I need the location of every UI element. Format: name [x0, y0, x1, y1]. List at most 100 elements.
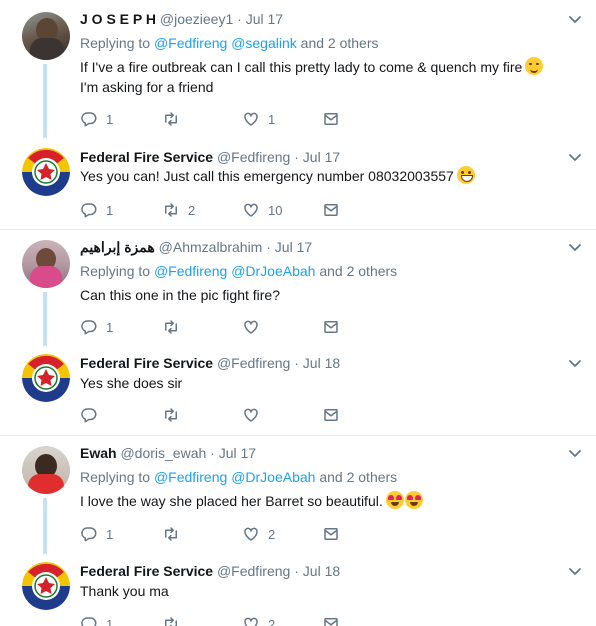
chevron-down-icon[interactable]	[568, 447, 582, 461]
avatar[interactable]	[22, 562, 70, 610]
envelope-icon	[322, 110, 340, 128]
like-button[interactable]	[242, 405, 268, 425]
retweet-count: 2	[188, 202, 196, 218]
chevron-down-icon[interactable]	[568, 357, 582, 371]
chevron-down-icon[interactable]	[568, 241, 582, 255]
tweet-line: Thank you ma	[80, 583, 169, 599]
reply-button[interactable]: 1	[80, 200, 113, 220]
tweet-text: Can this one in the pic fight fire?	[80, 285, 280, 305]
avatar[interactable]	[22, 148, 70, 196]
message-button[interactable]	[322, 109, 340, 129]
replying-to: Replying to @Fedfireng @segalink and 2 o…	[80, 35, 379, 51]
author-name[interactable]: Ewah	[80, 445, 117, 461]
reply-button[interactable]	[80, 405, 106, 425]
tweet-date[interactable]: Jul 17	[275, 239, 312, 255]
avatar[interactable]	[22, 446, 70, 494]
chevron-down-icon[interactable]	[568, 565, 582, 579]
message-button[interactable]	[322, 405, 340, 425]
message-button[interactable]	[322, 200, 340, 220]
like-button[interactable]	[242, 317, 268, 337]
avatar[interactable]	[22, 240, 70, 288]
reply-icon	[80, 615, 98, 626]
chevron-down-icon[interactable]	[568, 151, 582, 165]
replying-suffix[interactable]: and 2 others	[315, 469, 397, 485]
separator: ·	[210, 445, 215, 461]
tweet[interactable]: Ewah @doris_ewah · Jul 17 Replying to @F…	[0, 436, 596, 554]
reply-button[interactable]: 1	[80, 109, 113, 129]
tweet-date[interactable]: Jul 18	[303, 355, 340, 371]
thread-line	[43, 292, 47, 346]
tweet-date[interactable]: Jul 17	[219, 445, 256, 461]
author-name[interactable]: Federal Fire Service	[80, 149, 213, 165]
author-handle[interactable]: @Fedfireng	[217, 149, 290, 165]
tweet-text: I love the way she placed her Barret so …	[80, 491, 423, 511]
chevron-down-icon[interactable]	[568, 13, 582, 27]
retweet-button[interactable]	[162, 614, 188, 626]
author-handle[interactable]: @Fedfireng	[217, 563, 290, 579]
tweet[interactable]: J O S E P H @joezieey1 · Jul 17 Replying…	[0, 0, 596, 138]
replying-suffix[interactable]: and 2 others	[315, 263, 397, 279]
tweet[interactable]: Federal Fire Service @Fedfireng · Jul 17…	[0, 138, 596, 230]
like-button[interactable]: 2	[242, 524, 275, 544]
heart-icon	[242, 318, 260, 336]
retweet-icon	[162, 406, 180, 424]
mention-link[interactable]: @segalink	[231, 35, 297, 51]
heart-icon	[242, 406, 260, 424]
like-button[interactable]: 1	[242, 109, 275, 129]
heart-eyes-emoji-icon	[404, 491, 423, 509]
reply-button[interactable]: 1	[80, 614, 113, 626]
thread-line	[43, 498, 47, 554]
author-handle[interactable]: @doris_ewah	[120, 445, 206, 461]
mention-link[interactable]: @Fedfireng	[154, 469, 227, 485]
retweet-button[interactable]: 2	[162, 200, 195, 220]
tweet[interactable]: همزة إبراهيم @Ahmzalbrahim · Jul 17 Repl…	[0, 230, 596, 346]
avatar[interactable]	[22, 354, 70, 402]
mention-link[interactable]: @DrJoeAbah	[231, 469, 315, 485]
like-button[interactable]: 2	[242, 614, 275, 626]
mention-link[interactable]: @DrJoeAbah	[231, 263, 315, 279]
tweet-date[interactable]: Jul 18	[303, 563, 340, 579]
reply-icon	[80, 201, 98, 219]
avatar[interactable]	[22, 12, 70, 60]
message-button[interactable]	[322, 524, 340, 544]
reply-count: 1	[106, 616, 114, 626]
tweet-date[interactable]: Jul 17	[246, 11, 283, 27]
separator: ·	[294, 355, 299, 371]
tweet-actions: 1 2 10	[80, 200, 380, 220]
reply-button[interactable]: 1	[80, 524, 113, 544]
tweet-line: Yes she does sir	[80, 375, 183, 391]
retweet-button[interactable]	[162, 317, 188, 337]
author-name[interactable]: Federal Fire Service	[80, 355, 213, 371]
grinning-emoji-icon	[456, 166, 475, 184]
author-name[interactable]: همزة إبراهيم	[80, 239, 155, 255]
replying-suffix[interactable]: and 2 others	[297, 35, 379, 51]
replying-prefix: Replying to	[80, 263, 154, 279]
reply-count: 1	[106, 319, 114, 335]
author-handle[interactable]: @Ahmzalbrahim	[159, 239, 263, 255]
reply-count: 1	[106, 526, 114, 542]
heart-eyes-emoji-icon	[385, 491, 404, 509]
message-button[interactable]	[322, 614, 340, 626]
author-name[interactable]: Federal Fire Service	[80, 563, 213, 579]
message-button[interactable]	[322, 317, 340, 337]
separator: ·	[294, 149, 299, 165]
tweet-date[interactable]: Jul 17	[303, 149, 340, 165]
tweet[interactable]: Federal Fire Service @Fedfireng · Jul 18…	[0, 554, 596, 626]
retweet-icon	[162, 525, 180, 543]
retweet-button[interactable]	[162, 109, 188, 129]
mention-link[interactable]: @Fedfireng	[154, 35, 227, 51]
mention-link[interactable]: @Fedfireng	[154, 263, 227, 279]
retweet-button[interactable]	[162, 405, 188, 425]
tweet[interactable]: Federal Fire Service @Fedfireng · Jul 18…	[0, 346, 596, 436]
author-handle[interactable]: @Fedfireng	[217, 355, 290, 371]
smiling-emoji-icon	[525, 57, 544, 75]
reply-button[interactable]: 1	[80, 317, 113, 337]
reply-icon	[80, 110, 98, 128]
retweet-button[interactable]	[162, 524, 188, 544]
author-handle[interactable]: @joezieey1	[160, 11, 233, 27]
like-button[interactable]: 10	[242, 200, 282, 220]
author-name[interactable]: J O S E P H	[80, 11, 156, 27]
reply-count: 1	[106, 202, 114, 218]
tweet-actions	[80, 405, 380, 425]
heart-icon	[242, 110, 260, 128]
